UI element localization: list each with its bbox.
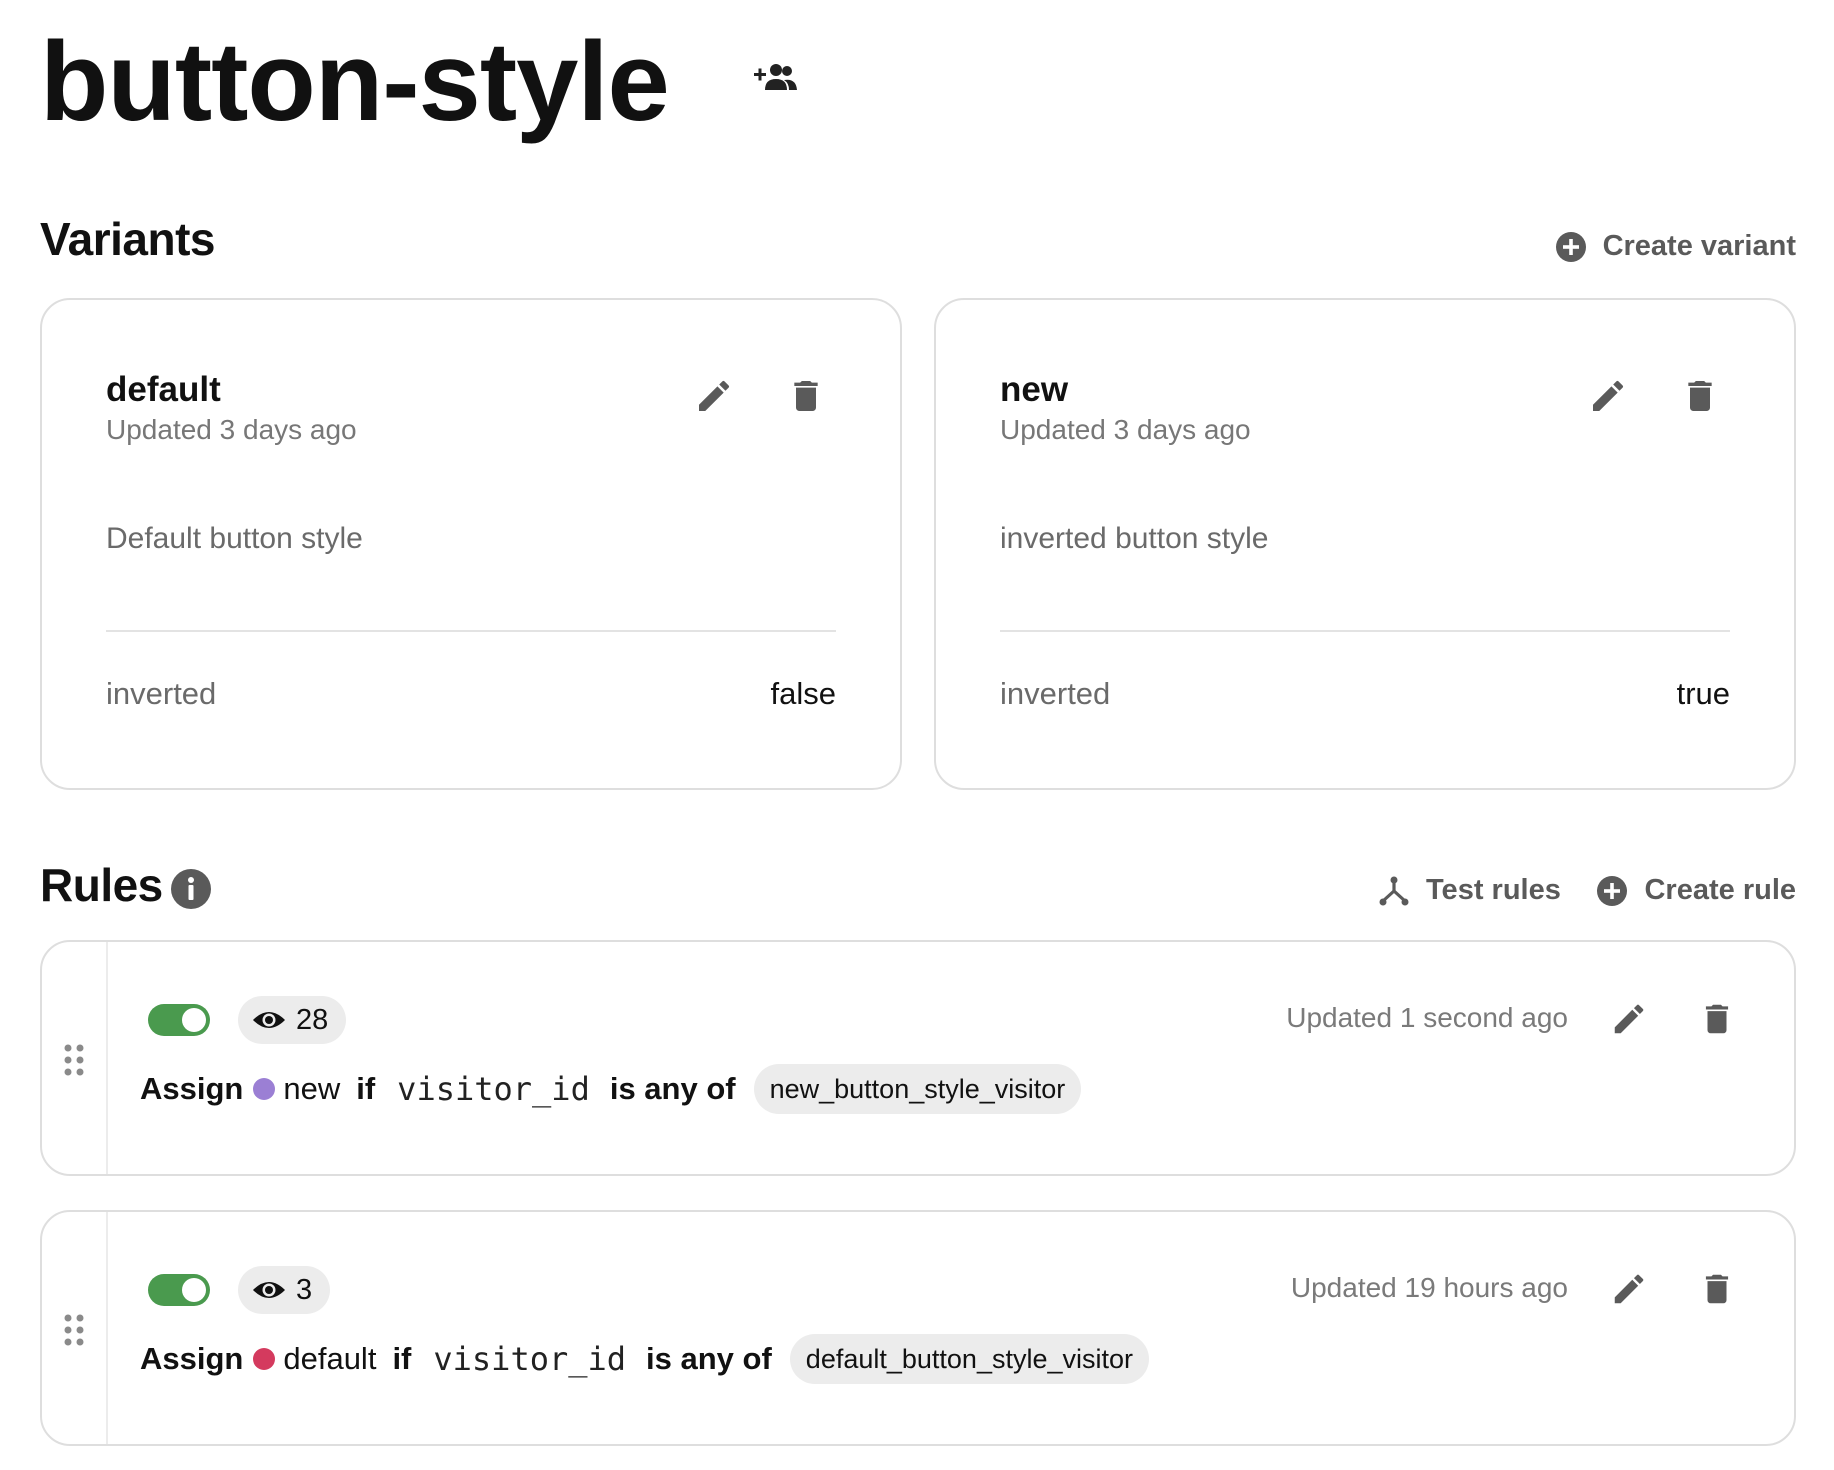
rule-attribute: visitor_id [397,1070,590,1108]
variant-card-new: new Updated 3 days ago inverted button s… [934,298,1796,790]
rule-views-count: 28 [296,1003,329,1036]
assign-label: Assign [140,1341,244,1376]
rule-operator: is any of [646,1341,772,1376]
rule-card: 28 Updated 1 second ago Assign new if vi… [40,940,1796,1176]
rule-enabled-toggle[interactable] [148,1274,210,1306]
create-variant-button[interactable]: Create variant [1555,230,1796,263]
plus-circle-icon [1555,231,1586,262]
edit-icon[interactable] [694,376,734,416]
rule-enabled-toggle[interactable] [148,1004,210,1036]
trash-icon[interactable] [1680,376,1720,416]
page-title: button-style [40,19,670,144]
variant-key: inverted [1000,676,1111,711]
assign-label: Assign [140,1071,244,1106]
variant-value: false [770,676,836,711]
toggle-knob [182,1008,206,1032]
rule-updated: Updated 19 hours ago [1290,1272,1568,1303]
edit-icon[interactable] [1610,1000,1648,1038]
rule-condition: Assign new if visitor_id is any of new_b… [140,1064,1082,1114]
variant-description: inverted button style [1000,522,1269,555]
rule-views-count: 3 [296,1273,313,1306]
variant-updated: Updated 3 days ago [1000,414,1251,445]
rule-operator: is any of [609,1071,736,1106]
if-keyword: if [392,1341,412,1376]
eye-icon [253,1282,285,1298]
drag-handle-icon[interactable] [62,1042,86,1078]
divider [106,630,836,632]
rule-updated: Updated 1 second ago [1286,1002,1568,1033]
test-rules-label: Test rules [1426,874,1561,906]
rules-heading: Rules [40,859,163,911]
variant-name: new [1000,370,1069,409]
variant-key: inverted [106,676,217,711]
drag-handle-column [42,942,108,1174]
rule-card: 3 Updated 19 hours ago Assign default if… [40,1210,1796,1446]
variant-name: default [106,370,221,409]
edit-icon[interactable] [1588,376,1628,416]
variant-color-dot [253,1348,276,1370]
rule-variant: default [283,1341,377,1376]
variants-heading: Variants [40,213,216,265]
create-variant-label: Create variant [1602,230,1796,262]
info-icon[interactable] [170,868,212,910]
rule-views-badge: 3 [238,1266,331,1314]
toggle-knob [182,1278,206,1302]
variant-value: true [1676,676,1730,711]
rule-value-chip: default_button_style_visitor [789,1334,1150,1384]
variant-description: Default button style [106,522,363,555]
variant-color-dot [253,1078,276,1100]
trash-icon[interactable] [1698,1270,1736,1308]
edit-icon[interactable] [1610,1270,1648,1308]
eye-icon [253,1012,285,1028]
divider [1000,630,1730,632]
create-rule-label: Create rule [1644,874,1796,906]
drag-handle-column [42,1212,108,1444]
add-collaborator-icon[interactable] [754,62,798,94]
rule-variant: new [283,1071,341,1106]
test-rules-button[interactable]: Test rules [1378,874,1561,907]
if-keyword: if [356,1071,376,1106]
trash-icon[interactable] [1698,1000,1736,1038]
rule-condition: Assign default if visitor_id is any of d… [140,1334,1150,1384]
branch-icon [1379,876,1409,905]
rule-attribute: visitor_id [433,1340,627,1378]
rule-views-badge: 28 [238,996,347,1044]
drag-handle-icon[interactable] [62,1312,86,1348]
rule-value-chip: new_button_style_visitor [753,1064,1082,1114]
page: button-style Variants Create variant def… [0,0,1834,1470]
trash-icon[interactable] [786,376,826,416]
create-rule-button[interactable]: Create rule [1596,874,1796,907]
variant-card-default: default Updated 3 days ago Default butto… [40,298,902,790]
variant-updated: Updated 3 days ago [106,414,357,445]
plus-circle-icon [1597,875,1628,906]
